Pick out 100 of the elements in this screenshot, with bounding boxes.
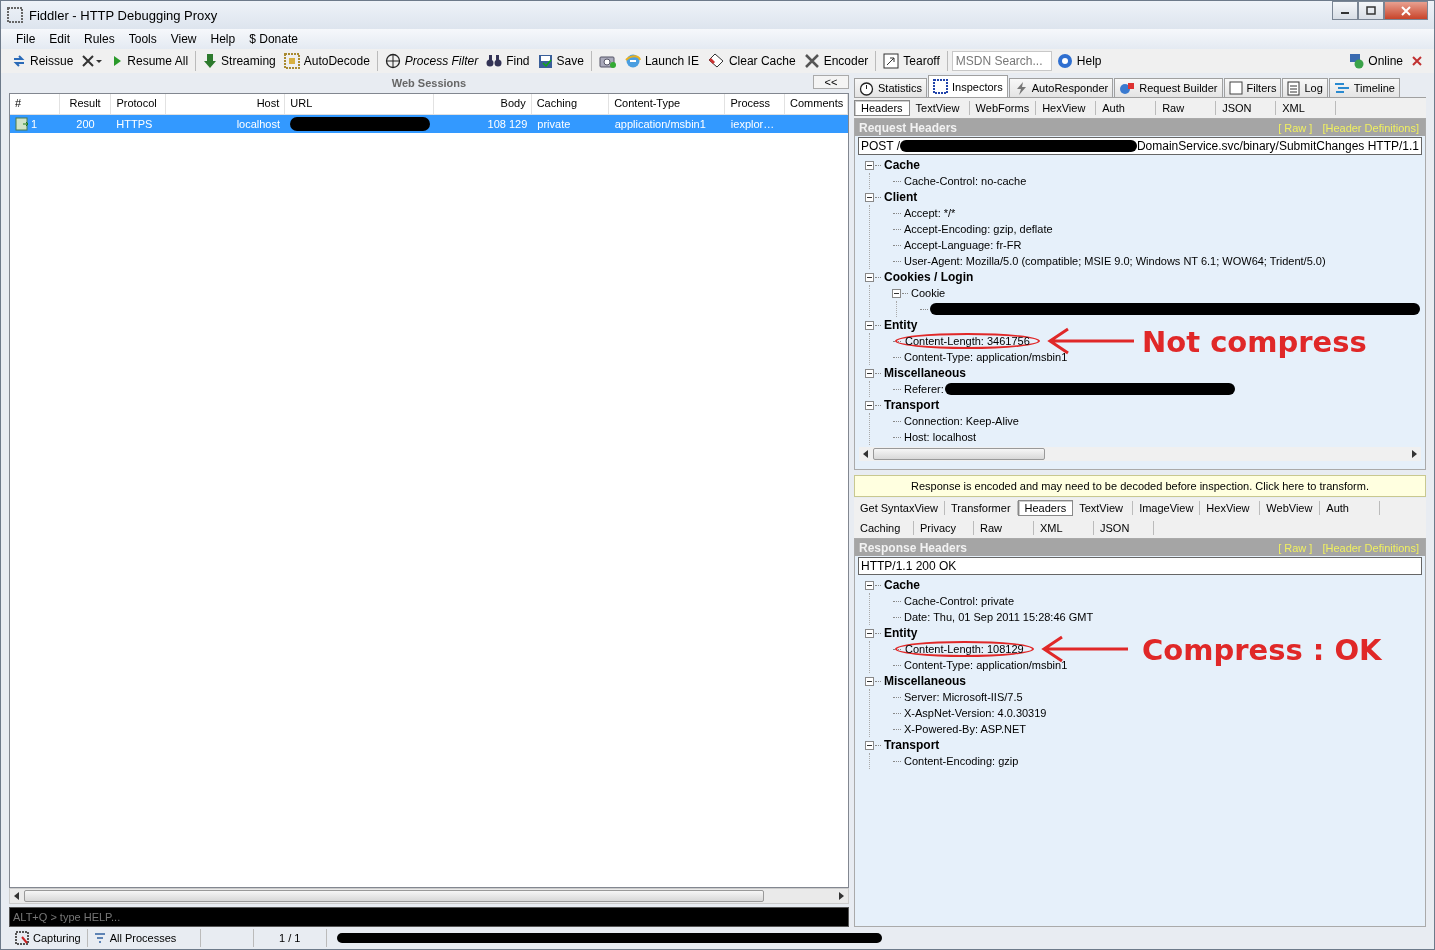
tab[interactable]: Log: [1282, 78, 1328, 97]
toolbar-button[interactable]: Find: [483, 52, 533, 70]
column-header[interactable]: #: [10, 94, 60, 114]
dotted-grid-icon: [933, 79, 948, 94]
collapse-toggle[interactable]: [865, 676, 874, 686]
header-line: Date: Thu, 01 Sep 2011 15:28:46 GMT: [903, 611, 1095, 623]
tab[interactable]: Timeline: [1328, 78, 1400, 97]
close-button[interactable]: [1384, 1, 1428, 20]
tab[interactable]: XML: [1276, 101, 1337, 115]
scroll-left-icon[interactable]: [863, 450, 869, 458]
header-line: Connection: Keep-Alive: [903, 415, 1020, 427]
menu-item[interactable]: $ Donate: [242, 30, 305, 48]
column-header[interactable]: Content-Type: [609, 94, 726, 114]
scroll-right-icon[interactable]: [838, 892, 844, 900]
network-icon: [1348, 53, 1365, 69]
menu-item[interactable]: Edit: [42, 30, 78, 48]
tab[interactable]: WebView: [1260, 501, 1321, 515]
dotted-grid-icon: [15, 931, 29, 945]
tab[interactable]: Transformer: [945, 501, 1018, 515]
column-header[interactable]: Body: [434, 94, 532, 114]
column-header[interactable]: Host: [166, 94, 286, 114]
collapse-toggle[interactable]: [865, 628, 874, 638]
tab[interactable]: Get SyntaxView: [854, 501, 946, 515]
collapse-toggle[interactable]: [865, 400, 874, 410]
table-cell: application/msbin1: [614, 118, 706, 130]
toolbar-button[interactable]: AutoDecode: [280, 51, 373, 71]
toolbar-button[interactable]: Process Filter: [381, 51, 482, 71]
capture-status[interactable]: Capturing: [9, 929, 88, 947]
menu-item[interactable]: Tools: [121, 30, 164, 48]
tab[interactable]: AutoResponder: [1008, 78, 1114, 97]
horizontal-scrollbar[interactable]: [859, 447, 1421, 461]
command-field[interactable]: ALT+Q > type HELP...: [9, 907, 849, 927]
toolbar-button[interactable]: Streaming: [200, 51, 279, 71]
collapse-toggle[interactable]: [865, 368, 874, 378]
column-header[interactable]: Process: [725, 94, 785, 114]
online-button[interactable]: Online: [1345, 51, 1406, 71]
horizontal-scrollbar[interactable]: [9, 888, 849, 904]
minimize-button[interactable]: [1332, 1, 1358, 20]
toolbar-button[interactable]: Encoder: [800, 51, 872, 71]
toolbar-button[interactable]: Launch IE: [621, 51, 702, 71]
group-label: Client: [883, 190, 919, 204]
collapse-toggle[interactable]: [865, 160, 874, 170]
tab[interactable]: Raw: [1156, 101, 1217, 115]
close-icon[interactable]: [1412, 56, 1422, 66]
toolbar-button[interactable]: Resume All: [108, 52, 192, 70]
tab[interactable]: Headers: [1017, 500, 1074, 516]
toolbar-button[interactable]: Help: [1053, 51, 1105, 71]
column-header[interactable]: Caching: [531, 94, 610, 114]
tab[interactable]: Auth: [1320, 501, 1381, 515]
collapse-toggle[interactable]: [865, 272, 874, 282]
column-header[interactable]: Comments: [785, 94, 848, 114]
tab[interactable]: HexView: [1036, 101, 1097, 115]
process-filter-status[interactable]: All Processes: [87, 929, 201, 947]
scroll-right-icon[interactable]: [1411, 450, 1417, 458]
collapse-toggle[interactable]: [892, 288, 901, 298]
tab[interactable]: JSON: [1216, 101, 1277, 115]
collapse-toggle[interactable]: [865, 580, 874, 590]
column-header[interactable]: Protocol: [111, 94, 167, 114]
tab[interactable]: ImageView: [1133, 501, 1201, 515]
tab[interactable]: WebForms: [969, 101, 1037, 115]
menu-item[interactable]: File: [9, 30, 43, 48]
tab[interactable]: XML: [1034, 521, 1094, 535]
tab[interactable]: Request Builder: [1114, 78, 1223, 97]
tab[interactable]: TextView: [1073, 501, 1134, 515]
tab[interactable]: Headers: [854, 100, 910, 116]
maximize-button[interactable]: [1358, 1, 1384, 20]
collapse-toggle[interactable]: [865, 740, 874, 750]
notification-bar[interactable]: Response is encoded and may need to be decoded before inspection. Click here to transform.: [854, 475, 1426, 497]
column-header[interactable]: URL: [285, 94, 435, 114]
header-line: Content-Type: application/msbin1: [903, 351, 1069, 363]
toolbar-button[interactable]: Clear Cache: [703, 51, 799, 71]
tab[interactable]: Statistics: [854, 78, 927, 97]
group-label: Entity: [883, 626, 919, 640]
menu-item[interactable]: Help: [203, 30, 243, 48]
menu-item[interactable]: Rules: [77, 30, 122, 48]
tab[interactable]: Privacy: [914, 521, 974, 535]
down-arrow-icon: [203, 53, 218, 69]
toolbar-button[interactable]: Save: [534, 51, 587, 71]
menu-item[interactable]: View: [163, 30, 204, 48]
tab[interactable]: Caching: [854, 521, 914, 535]
tab[interactable]: Filters: [1223, 78, 1282, 97]
column-header[interactable]: Result: [59, 94, 112, 114]
toolbar-button[interactable]: Tearoff: [880, 51, 943, 71]
scroll-left-icon[interactable]: [14, 892, 20, 900]
status-line-field: HTTP/1.1 200 OK: [858, 557, 1422, 575]
tab[interactable]: Auth: [1096, 101, 1157, 115]
search-field[interactable]: MSDN Search...: [951, 51, 1052, 71]
document-icon: [1287, 80, 1301, 96]
toolbar-button[interactable]: Reissue: [9, 52, 77, 70]
tab[interactable]: HexView: [1200, 501, 1261, 515]
tab[interactable]: Raw: [974, 521, 1034, 535]
group-label: Cache: [883, 158, 922, 172]
header-line: Accept-Language: fr-FR: [903, 239, 1023, 251]
collapse-toggle[interactable]: [865, 320, 874, 330]
collapse-button[interactable]: <<: [813, 75, 849, 89]
table-cell: 108 129: [487, 118, 528, 130]
tab[interactable]: Inspectors: [928, 75, 1008, 97]
tab[interactable]: TextView: [909, 101, 970, 115]
tab[interactable]: JSON: [1094, 521, 1154, 535]
collapse-toggle[interactable]: [865, 192, 874, 202]
